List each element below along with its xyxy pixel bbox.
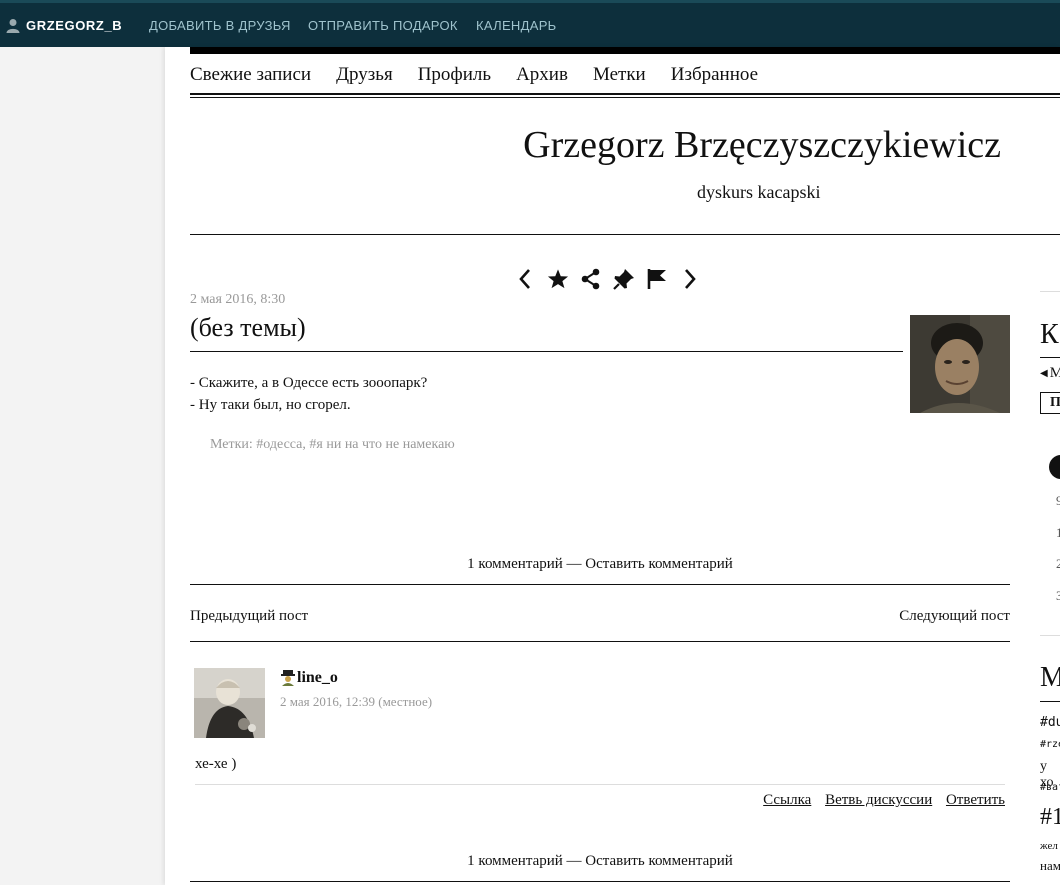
entry-body-line: - Ну таки был, но сгорел. [190, 397, 351, 413]
pin-icon[interactable] [607, 266, 640, 292]
leave-comment-link[interactable]: Оставить комментарий [585, 556, 733, 572]
calendar-cell[interactable]: 1 [1056, 525, 1060, 541]
divider [190, 641, 1010, 642]
commenter-username[interactable]: line_o [297, 669, 338, 687]
sidebar-heading: #1 [1040, 804, 1060, 830]
commenter-avatar[interactable] [194, 668, 265, 738]
thread-link[interactable]: Ветвь дискуссии [825, 792, 932, 808]
leave-comment-link[interactable]: Оставить комментарий [585, 853, 733, 869]
nav-divider [190, 97, 1060, 98]
tag-link[interactable]: #я ни на что не намекаю [309, 437, 454, 452]
comment-timestamp: 2 мая 2016, 12:39 [280, 694, 375, 709]
sidebar-heading: К [1040, 319, 1059, 350]
comment-timezone: (местное) [378, 694, 433, 709]
sidebar-divider [1040, 291, 1060, 292]
previous-post-link[interactable]: Предыдущий пост [190, 608, 308, 625]
share-icon[interactable] [574, 266, 607, 292]
comment-divider [195, 784, 1005, 785]
calendar-day-badge[interactable] [1049, 455, 1060, 479]
nav-recent[interactable]: Свежие записи [190, 64, 311, 86]
comment-date: 2 мая 2016, 12:39 (местное) [280, 694, 432, 710]
calendar-cell[interactable]: 2 [1056, 556, 1060, 572]
entry-tags: Метки: #одесса, #я ни на что не намекаю [210, 437, 455, 452]
sidebar-text: нам [1040, 858, 1060, 873]
nav-tags[interactable]: Метки [593, 64, 646, 86]
sidebar-nav[interactable]: ◀ М [1040, 365, 1060, 382]
sidebar-text[interactable]: #ват [1040, 782, 1060, 793]
user-icon [281, 670, 295, 686]
divider [190, 584, 1010, 585]
comment-count-link[interactable]: 1 комментарий [467, 556, 563, 572]
comment-count-link[interactable]: 1 комментарий [467, 853, 563, 869]
comment-actions: Ссылка Ветвь дискуссии Ответить [753, 792, 1005, 809]
nav-archive[interactable]: Архив [516, 64, 568, 86]
sidebar-divider [1040, 357, 1060, 358]
user-icon [6, 18, 20, 33]
current-user[interactable]: GRZEGORZ_B [6, 3, 122, 47]
calendar-cell[interactable]: 9 [1056, 493, 1060, 509]
next-post-link[interactable]: Следующий пост [899, 608, 1010, 625]
comment-links: 1 комментарий — Оставить комментарий [190, 556, 1010, 573]
header-divider [190, 234, 1060, 235]
entry-toolbar [508, 266, 706, 292]
chevron-left-icon[interactable] [508, 266, 541, 292]
sidebar-heading: М [1040, 662, 1060, 693]
reply-link[interactable]: Ответить [946, 792, 1005, 808]
sidebar-tab[interactable]: П [1040, 392, 1060, 414]
username-label: GRZEGORZ_B [26, 17, 123, 33]
sidebar-text[interactable]: #du [1040, 715, 1060, 730]
star-icon[interactable] [541, 266, 574, 292]
entry-body-line: - Скажите, а в Одессе есть зооопарк? [190, 375, 428, 391]
sidebar-nav-label: М [1049, 365, 1060, 381]
calendar-cell[interactable]: 3 [1056, 588, 1060, 604]
comment-link[interactable]: Ссылка [763, 792, 811, 808]
author-userpic[interactable] [910, 315, 1010, 413]
right-sidebar: К ◀ М П 9 1 2 3 М #du #rze у хо #ват #1 … [1040, 47, 1060, 885]
tag-link[interactable]: #одесса [256, 437, 302, 452]
chevron-right-icon[interactable] [673, 266, 706, 292]
blog-title: Grzegorz Brzęczyszczykiewicz [523, 124, 1001, 166]
sidebar-text: жел [1040, 840, 1058, 852]
nav-favorites[interactable]: Избранное [671, 64, 758, 86]
separator: — [566, 853, 582, 869]
nav-profile[interactable]: Профиль [418, 64, 491, 86]
tags-label: Метки: [210, 437, 253, 452]
send-gift-link[interactable]: ОТПРАВИТЬ ПОДАРОК [308, 3, 458, 47]
comment-text: хе-хе ) [195, 756, 237, 772]
sidebar-divider [1040, 635, 1060, 636]
nav-friends[interactable]: Друзья [336, 64, 393, 86]
sidebar-divider [1040, 701, 1060, 702]
title-underline [190, 351, 903, 352]
entry-title: (без темы) [190, 313, 306, 342]
separator: — [566, 556, 582, 572]
journal-nav: Свежие записи Друзья Профиль Архив Метки… [190, 64, 783, 86]
entry-date: 2 мая 2016, 8:30 [190, 292, 286, 307]
commenter: line_o [280, 669, 338, 687]
blog-subtitle: dyskurs kacapski [697, 182, 821, 202]
sidebar-text[interactable]: #rze [1040, 739, 1060, 750]
caret-left-icon: ◀ [1040, 368, 1048, 379]
comment-links: 1 комментарий — Оставить комментарий [190, 853, 1010, 870]
flag-icon[interactable] [640, 266, 673, 292]
sidebar-tab-label: П [1050, 395, 1060, 410]
add-friend-link[interactable]: ДОБАВИТЬ В ДРУЗЬЯ [149, 3, 291, 47]
calendar-link[interactable]: КАЛЕНДАРЬ [476, 3, 557, 47]
nav-divider [190, 93, 1060, 95]
divider [190, 881, 1010, 882]
journal-page: Свежие записи Друзья Профиль Архив Метки… [165, 47, 1060, 885]
top-bar: GRZEGORZ_B ДОБАВИТЬ В ДРУЗЬЯ ОТПРАВИТЬ П… [0, 0, 1060, 47]
header-bar [190, 47, 1060, 54]
